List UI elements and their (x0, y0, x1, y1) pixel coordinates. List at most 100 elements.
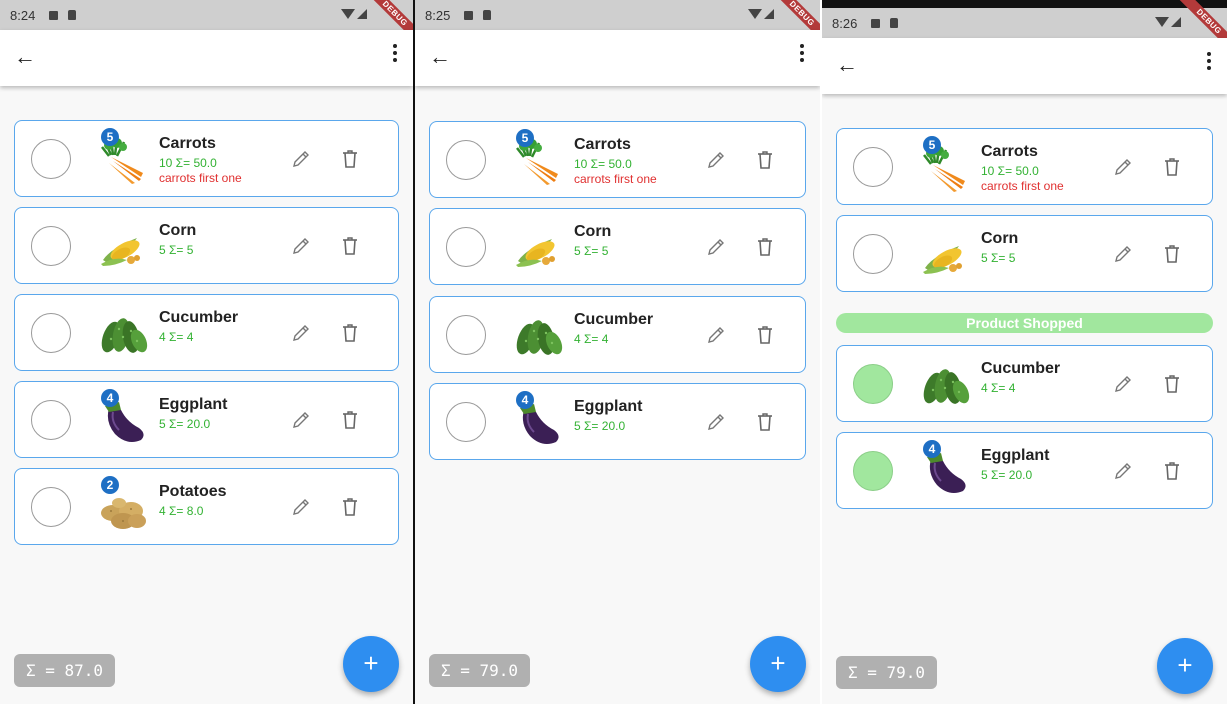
app-bar: ← (822, 38, 1227, 94)
product-quantity: 5 Σ= 20.0 (574, 419, 626, 433)
shopped-checkbox[interactable] (31, 226, 71, 266)
product-card[interactable]: Corn 5 Σ= 5 (429, 208, 806, 285)
shopped-checkbox[interactable] (853, 147, 893, 187)
product-card[interactable]: 4 Eggplant 5 Σ= 20.0 (836, 432, 1213, 509)
product-card[interactable]: 5 Carrots 10 Σ= 50.0 carrots first one (429, 121, 806, 198)
product-card[interactable]: Corn 5 Σ= 5 (14, 207, 399, 284)
edit-pencil-icon[interactable] (706, 325, 726, 345)
product-shopped-divider: Product Shopped (836, 313, 1213, 333)
count-badge: 5 (923, 136, 941, 154)
product-name: Corn (981, 230, 1019, 247)
cucumber-image (97, 307, 149, 359)
notification-icon (464, 10, 474, 20)
top-edge (822, 0, 1227, 8)
more-vert-icon[interactable] (800, 44, 804, 62)
notification-icon (49, 10, 59, 20)
status-bar: 8:25 DEBUG (415, 0, 820, 46)
status-time: 8:25 (425, 7, 451, 23)
delete-trash-icon[interactable] (1163, 461, 1181, 481)
more-vert-icon[interactable] (393, 44, 397, 62)
delete-trash-icon[interactable] (756, 412, 774, 432)
edit-pencil-icon[interactable] (1113, 157, 1133, 177)
product-quantity: 5 Σ= 20.0 (159, 417, 211, 431)
delete-trash-icon[interactable] (1163, 244, 1181, 264)
cucumber-image (919, 358, 971, 410)
edit-pencil-icon[interactable] (291, 497, 311, 517)
back-arrow-icon[interactable]: ← (14, 44, 36, 70)
notification-icon (871, 18, 881, 28)
product-name: Cucumber (574, 311, 654, 328)
delete-trash-icon[interactable] (1163, 374, 1181, 394)
screen-3: 8:26 DEBUG ← Product Shopped Σ = 79.0 + … (822, 0, 1227, 704)
product-quantity: 4 Σ= 4 (981, 381, 1016, 395)
add-item-button[interactable]: + (750, 636, 806, 692)
wifi-icon (748, 9, 762, 19)
count-badge: 4 (101, 389, 119, 407)
edit-pencil-icon[interactable] (1113, 374, 1133, 394)
total-sum: Σ = 87.0 (14, 654, 116, 687)
product-note: carrots first one (159, 171, 242, 185)
add-item-button[interactable]: + (1157, 638, 1213, 694)
shopped-checkbox[interactable] (31, 139, 71, 179)
back-arrow-icon[interactable]: ← (429, 44, 451, 70)
product-card[interactable]: Cucumber 4 Σ= 4 (836, 345, 1213, 422)
product-name: Cucumber (159, 309, 239, 326)
edit-pencil-icon[interactable] (291, 236, 311, 256)
shopped-checkbox[interactable] (446, 227, 486, 267)
back-arrow-icon[interactable]: ← (836, 52, 858, 78)
shopped-checkbox[interactable] (853, 451, 893, 491)
product-note: carrots first one (574, 172, 657, 186)
edit-pencil-icon[interactable] (1113, 244, 1133, 264)
edit-pencil-icon[interactable] (706, 150, 726, 170)
edit-pencil-icon[interactable] (706, 412, 726, 432)
product-name: Carrots (574, 136, 631, 153)
product-quantity: 5 Σ= 5 (981, 251, 1016, 265)
shopped-checkbox[interactable] (853, 234, 893, 274)
signal-icon (1171, 17, 1181, 27)
product-name: Corn (574, 223, 612, 240)
sd-card-icon (68, 10, 77, 20)
edit-pencil-icon[interactable] (291, 323, 311, 343)
delete-trash-icon[interactable] (341, 323, 359, 343)
product-card[interactable]: 4 Eggplant 5 Σ= 20.0 (429, 383, 806, 460)
product-quantity: 5 Σ= 5 (574, 244, 609, 258)
product-card[interactable]: 5 Carrots 10 Σ= 50.0 carrots first one (836, 128, 1213, 205)
product-card[interactable]: 4 Eggplant 5 Σ= 20.0 (14, 381, 399, 458)
product-card[interactable]: Cucumber 4 Σ= 4 (14, 294, 399, 371)
product-quantity: 4 Σ= 4 (159, 330, 194, 344)
product-card[interactable]: 2 Potatoes 4 Σ= 8.0 (14, 468, 399, 545)
product-card[interactable]: 5 Carrots 10 Σ= 50.0 carrots first one (14, 120, 399, 197)
edit-pencil-icon[interactable] (291, 149, 311, 169)
shopped-checkbox[interactable] (31, 487, 71, 527)
delete-trash-icon[interactable] (341, 236, 359, 256)
shopped-checkbox[interactable] (446, 402, 486, 442)
product-quantity: 5 Σ= 20.0 (981, 468, 1033, 482)
edit-pencil-icon[interactable] (706, 237, 726, 257)
product-card[interactable]: Cucumber 4 Σ= 4 (429, 296, 806, 373)
signal-icon (357, 9, 367, 19)
status-bar: 8:24 DEBUG (0, 0, 413, 46)
product-card[interactable]: Corn 5 Σ= 5 (836, 215, 1213, 292)
edit-pencil-icon[interactable] (1113, 461, 1133, 481)
delete-trash-icon[interactable] (756, 325, 774, 345)
delete-trash-icon[interactable] (1163, 157, 1181, 177)
shopped-checkbox[interactable] (31, 313, 71, 353)
wifi-icon (341, 9, 355, 19)
shopped-checkbox[interactable] (446, 140, 486, 180)
shopped-checkbox[interactable] (31, 400, 71, 440)
delete-trash-icon[interactable] (341, 497, 359, 517)
delete-trash-icon[interactable] (756, 150, 774, 170)
screen-1: 8:24 DEBUG ← Σ = 87.0 + 5 Carrots 10 Σ= 50… (0, 0, 413, 704)
more-vert-icon[interactable] (1207, 52, 1211, 70)
delete-trash-icon[interactable] (756, 237, 774, 257)
product-name: Corn (159, 222, 197, 239)
delete-trash-icon[interactable] (341, 410, 359, 430)
product-name: Potatoes (159, 483, 227, 500)
edit-pencil-icon[interactable] (291, 410, 311, 430)
delete-trash-icon[interactable] (341, 149, 359, 169)
shopped-checkbox[interactable] (446, 315, 486, 355)
product-name: Eggplant (159, 396, 228, 413)
shopped-checkbox[interactable] (853, 364, 893, 404)
app-bar: ← (0, 30, 413, 86)
add-item-button[interactable]: + (343, 636, 399, 692)
